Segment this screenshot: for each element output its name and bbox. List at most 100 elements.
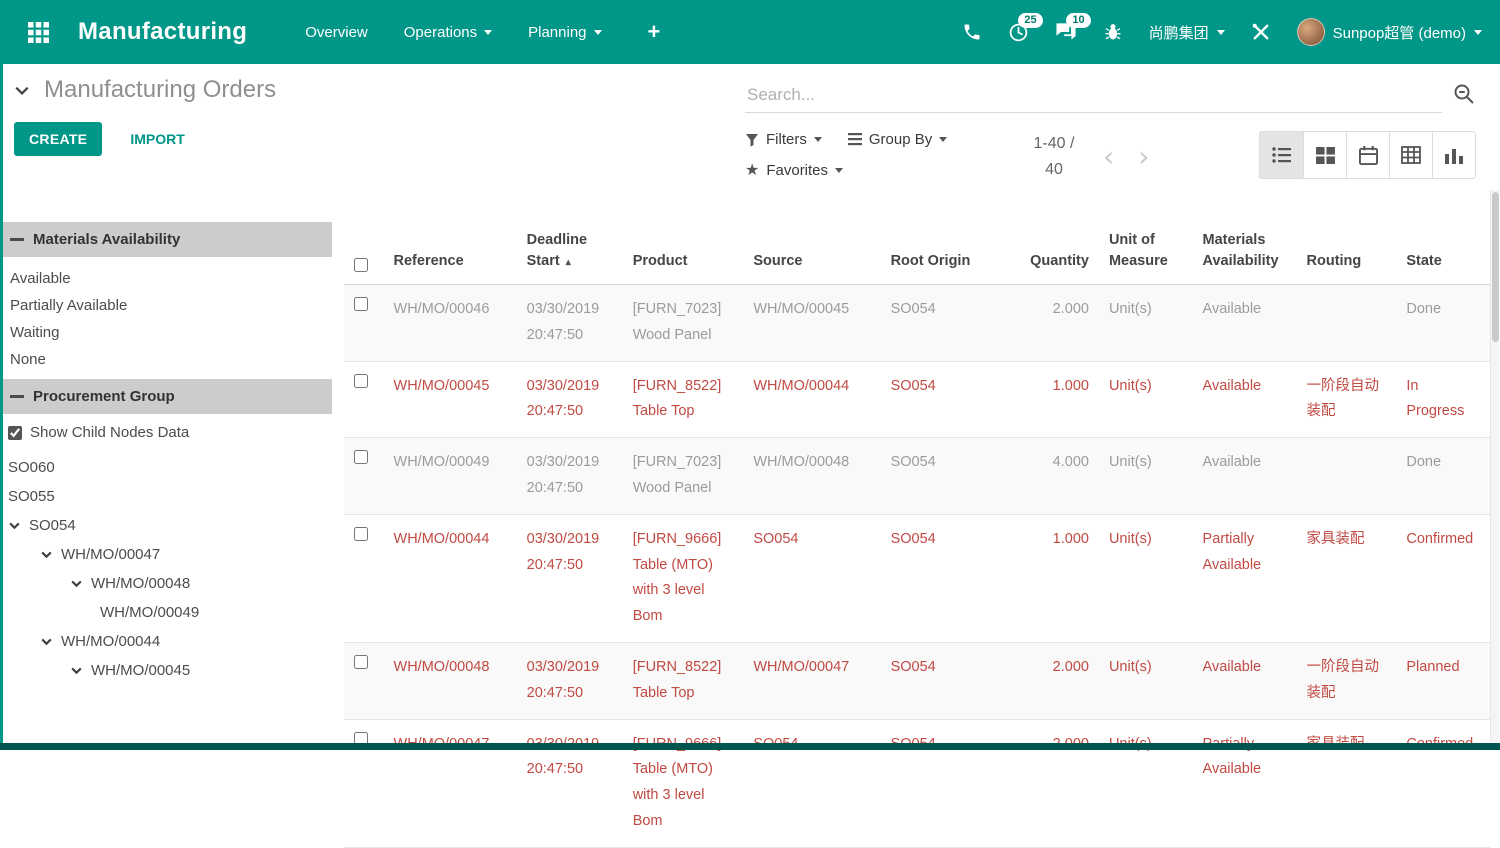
- section-procurement-group[interactable]: Procurement Group: [0, 379, 332, 414]
- funnel-icon: [745, 133, 759, 147]
- page-title: Manufacturing Orders: [44, 76, 276, 104]
- collapse-icon: [10, 238, 24, 241]
- view-graph-button[interactable]: [1432, 132, 1475, 178]
- top-navbar: Manufacturing Overview Operations Planni…: [0, 0, 1500, 64]
- view-list-button[interactable]: [1260, 132, 1303, 178]
- search-icon[interactable]: [1452, 82, 1476, 111]
- orders-list-view: Reference Deadline Start ▴ Product Sourc…: [332, 222, 1500, 848]
- user-menu[interactable]: Sunpop超管 (demo): [1297, 18, 1482, 46]
- chevron-down-icon: [939, 137, 947, 142]
- chevron-down-icon[interactable]: [8, 519, 21, 532]
- view-pivot-button[interactable]: [1389, 132, 1432, 178]
- pager-prev-button[interactable]: ‹: [1099, 143, 1118, 171]
- avatar: [1297, 18, 1325, 46]
- window-edge: [0, 64, 3, 750]
- section-materials-availability[interactable]: Materials Availability: [0, 222, 332, 257]
- tree-node-mo00047[interactable]: WH/MO/00047: [0, 540, 332, 569]
- activities-icon[interactable]: 25: [1008, 22, 1029, 43]
- chevron-down-icon[interactable]: [70, 664, 83, 677]
- table-row[interactable]: WH/MO/00048 03/30/2019 20:47:50 [FURN_85…: [344, 643, 1490, 720]
- chevron-down-icon: [1217, 30, 1225, 35]
- filters-dropdown[interactable]: Filters: [745, 131, 822, 148]
- calendar-icon: [1359, 146, 1378, 165]
- col-state[interactable]: State: [1396, 222, 1490, 285]
- show-child-nodes-checkbox[interactable]: [8, 426, 22, 440]
- col-materials-availability[interactable]: Materials Availability: [1193, 222, 1297, 285]
- row-checkbox[interactable]: [354, 297, 368, 311]
- row-checkbox[interactable]: [354, 374, 368, 388]
- select-all-checkbox[interactable]: [354, 258, 368, 272]
- filter-waiting[interactable]: Waiting: [0, 319, 332, 346]
- group-by-icon: [848, 133, 862, 146]
- col-deadline-start[interactable]: Deadline Start ▴: [517, 222, 623, 285]
- import-button[interactable]: IMPORT: [124, 130, 190, 148]
- table-row[interactable]: WH/MO/00047 03/30/2019 20:47:50 [FURN_96…: [344, 719, 1490, 847]
- pager-range: 1-40 / 40: [1025, 131, 1083, 182]
- sort-asc-icon: ▴: [566, 257, 571, 268]
- main-menu: Overview Operations Planning +: [305, 19, 660, 45]
- star-icon: ★: [745, 160, 759, 180]
- menu-operations[interactable]: Operations: [404, 24, 492, 41]
- chevron-down-icon[interactable]: [40, 548, 53, 561]
- table-row[interactable]: WH/MO/00045 03/30/2019 20:47:50 [FURN_85…: [344, 361, 1490, 438]
- row-checkbox[interactable]: [354, 527, 368, 541]
- table-row[interactable]: WH/MO/00044 03/30/2019 20:47:50 [FURN_96…: [344, 514, 1490, 642]
- tools-icon[interactable]: [1251, 22, 1271, 42]
- filter-available[interactable]: Available: [0, 265, 332, 292]
- chevron-down-icon: [835, 168, 843, 173]
- tree-node-so054[interactable]: SO054: [0, 511, 332, 540]
- menu-overview[interactable]: Overview: [305, 24, 368, 41]
- pivot-icon: [1401, 146, 1421, 164]
- favorites-dropdown[interactable]: ★ Favorites: [745, 160, 843, 180]
- show-child-nodes-toggle[interactable]: Show Child Nodes Data: [0, 414, 332, 453]
- group-by-dropdown[interactable]: Group By: [848, 131, 947, 148]
- filter-partially-available[interactable]: Partially Available: [0, 292, 332, 319]
- tree-node-mo00048[interactable]: WH/MO/00048: [0, 569, 332, 598]
- table-header-row: Reference Deadline Start ▴ Product Sourc…: [344, 222, 1490, 285]
- phone-icon[interactable]: [962, 22, 982, 42]
- scrollbar-thumb[interactable]: [1492, 192, 1499, 342]
- create-button[interactable]: CREATE: [14, 122, 102, 156]
- tree-node-mo00044[interactable]: WH/MO/00044: [0, 627, 332, 656]
- chevron-down-icon: [484, 30, 492, 35]
- view-calendar-button[interactable]: [1346, 132, 1389, 178]
- chevron-down-icon[interactable]: [40, 635, 53, 648]
- company-switcher[interactable]: 尚鹏集团: [1149, 22, 1225, 43]
- activities-badge: 25: [1018, 13, 1042, 28]
- row-checkbox[interactable]: [354, 450, 368, 464]
- search-input[interactable]: [745, 80, 1442, 113]
- chevron-down-icon: [814, 137, 822, 142]
- list-icon: [1272, 146, 1292, 164]
- col-quantity[interactable]: Quantity: [1001, 222, 1099, 285]
- quick-add-button[interactable]: +: [648, 19, 661, 45]
- messages-icon[interactable]: 10: [1055, 22, 1077, 42]
- chevron-down-icon[interactable]: [70, 577, 83, 590]
- vertical-scrollbar[interactable]: [1490, 190, 1499, 742]
- filter-bar: Filters Group By ★ Favorites: [745, 131, 995, 192]
- col-product[interactable]: Product: [623, 222, 744, 285]
- bug-icon[interactable]: [1103, 22, 1123, 42]
- pager-next-button[interactable]: ›: [1134, 143, 1153, 171]
- collapse-icon: [10, 395, 24, 398]
- graph-icon: [1444, 146, 1464, 164]
- tree-node-mo00045[interactable]: WH/MO/00045: [0, 656, 332, 685]
- col-routing[interactable]: Routing: [1297, 222, 1397, 285]
- tree-node-mo00049[interactable]: WH/MO/00049: [0, 598, 332, 627]
- tree-node-so060[interactable]: SO060: [0, 453, 332, 482]
- messages-badge: 10: [1066, 13, 1090, 28]
- breadcrumb: Manufacturing Orders: [14, 76, 745, 104]
- breadcrumb-toggle-icon[interactable]: [14, 82, 30, 98]
- tree-node-so055[interactable]: SO055: [0, 482, 332, 511]
- table-row[interactable]: WH/MO/00049 03/30/2019 20:47:50 [FURN_70…: [344, 438, 1490, 515]
- menu-planning[interactable]: Planning: [528, 24, 601, 41]
- kanban-icon: [1316, 147, 1335, 164]
- apps-menu-icon[interactable]: [18, 12, 58, 52]
- table-row[interactable]: WH/MO/00046 03/30/2019 20:47:50 [FURN_70…: [344, 285, 1490, 362]
- row-checkbox[interactable]: [354, 655, 368, 669]
- filter-none[interactable]: None: [0, 346, 332, 373]
- col-reference[interactable]: Reference: [384, 222, 517, 285]
- col-unit-of-measure[interactable]: Unit of Measure: [1099, 222, 1193, 285]
- view-kanban-button[interactable]: [1303, 132, 1346, 178]
- col-root-origin[interactable]: Root Origin: [881, 222, 1002, 285]
- col-source[interactable]: Source: [743, 222, 880, 285]
